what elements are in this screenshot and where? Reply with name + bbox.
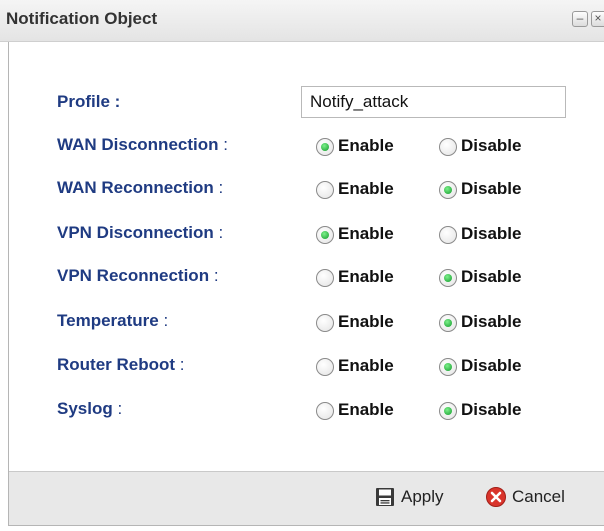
temperature-label: Temperature : [57,311,168,331]
profile-name-input[interactable] [301,86,566,118]
row-label-text: VPN Disconnection [57,223,214,242]
enable-label: Enable [338,400,394,419]
enable-label: Enable [338,179,394,198]
router-reboot-enable-radio[interactable] [316,358,334,376]
row-label-text: Syslog [57,399,113,418]
row-label-text: WAN Disconnection [57,135,219,154]
row-label-colon: : [213,223,224,242]
notification-object-dialog: Notification Object – × Profile : WAN Di… [0,0,604,531]
disable-label: Disable [461,356,522,375]
row-label-colon: : [218,135,228,154]
profile-label: Profile : [57,92,121,111]
vpn-reconnection-enable-radio[interactable] [316,269,334,287]
cancel-label: Cancel [512,487,565,506]
enable-label: Enable [338,136,394,155]
enable-label: Enable [338,267,394,286]
wan-disconnection-disable-radio[interactable] [439,138,457,156]
close-button[interactable]: × [591,11,604,27]
syslog-disable-radio[interactable] [439,402,457,420]
apply-button[interactable]: Apply [374,485,469,511]
row-label-colon: : [158,311,169,330]
row-label-colon: : [213,178,224,197]
enable-label: Enable [338,224,394,243]
dialog-footer: Apply Cancel [9,471,604,525]
wan-disconnection-label: WAN Disconnection : [57,135,228,155]
enable-label: Enable [338,356,394,375]
enable-label: Enable [338,312,394,331]
apply-label: Apply [401,487,444,506]
syslog-label: Syslog : [57,399,122,419]
row-label-text: Temperature [57,311,159,330]
row-label-text: VPN Reconnection [57,266,210,285]
disable-label: Disable [461,312,522,331]
wan-reconnection-label: WAN Reconnection : [57,178,223,198]
disable-label: Disable [461,400,522,419]
disable-label: Disable [461,179,522,198]
router-reboot-disable-radio[interactable] [439,358,457,376]
vpn-disconnection-label: VPN Disconnection : [57,223,223,243]
vpn-reconnection-disable-radio[interactable] [439,269,457,287]
vpn-disconnection-disable-radio[interactable] [439,226,457,244]
title-bar[interactable]: Notification Object – × [0,0,604,42]
row-label-colon: : [209,266,219,285]
row-label-colon: : [175,355,185,374]
temperature-enable-radio[interactable] [316,314,334,332]
minimize-button[interactable]: – [572,11,588,27]
disable-label: Disable [461,267,522,286]
wan-reconnection-disable-radio[interactable] [439,181,457,199]
disable-label: Disable [461,224,522,243]
row-label-colon: : [112,399,123,418]
temperature-disable-radio[interactable] [439,314,457,332]
disable-label: Disable [461,136,522,155]
syslog-enable-radio[interactable] [316,402,334,420]
cancel-x-icon [486,487,506,507]
vpn-reconnection-label: VPN Reconnection : [57,266,219,286]
router-reboot-label: Router Reboot : [57,355,185,375]
save-icon [376,488,394,506]
cancel-button[interactable]: Cancel [485,485,595,511]
wan-reconnection-enable-radio[interactable] [316,181,334,199]
wan-disconnection-enable-radio[interactable] [316,138,334,156]
row-label-text: WAN Reconnection [57,178,214,197]
vpn-disconnection-enable-radio[interactable] [316,226,334,244]
dialog-title: Notification Object [6,9,158,28]
row-label-text: Router Reboot [57,355,176,374]
